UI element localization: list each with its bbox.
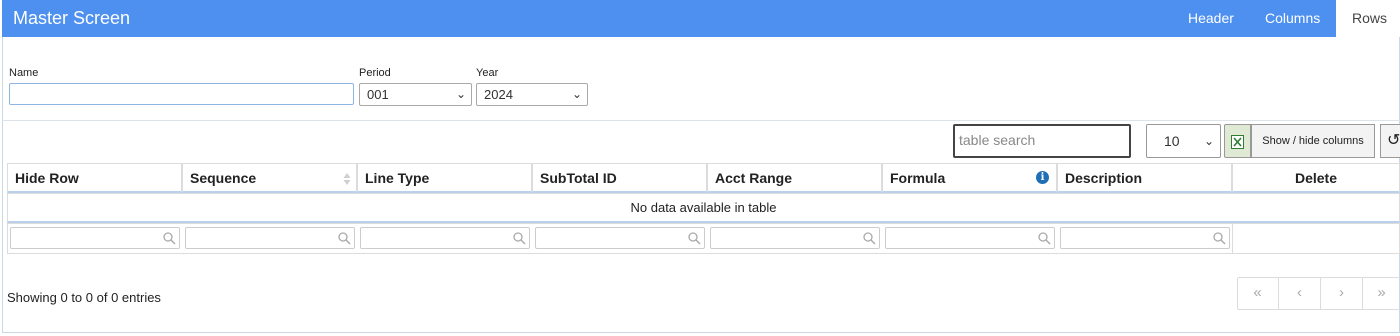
filter-input-subtotal-id[interactable]: [535, 227, 705, 249]
tab-columns[interactable]: Columns: [1265, 0, 1320, 37]
show-hide-columns-button[interactable]: Show / hide columns: [1251, 124, 1375, 158]
chevron-down-icon: ⌄: [571, 87, 582, 101]
filter-input-line-type[interactable]: [360, 227, 530, 249]
entries-info: Showing 0 to 0 of 0 entries: [7, 290, 161, 305]
filter-cell: [708, 226, 881, 250]
app-title: Master Screen: [13, 8, 131, 28]
search-icon: [1213, 232, 1226, 245]
filter-cell: [883, 226, 1056, 250]
excel-export-button[interactable]: [1224, 124, 1251, 158]
col-formula[interactable]: Formula i: [882, 163, 1057, 193]
search-icon: [688, 232, 701, 245]
info-icon[interactable]: i: [1036, 171, 1049, 184]
filter-input-description[interactable]: [1060, 227, 1230, 249]
page-size-value: 10: [1164, 133, 1180, 149]
period-label: Period: [359, 67, 391, 79]
divider: [2, 120, 1400, 121]
filter-cell: [8, 226, 181, 250]
tab-header[interactable]: Header: [1188, 0, 1234, 37]
search-icon: [1038, 232, 1051, 245]
period-value: 001: [367, 87, 389, 102]
filter-input-sequence[interactable]: [185, 227, 355, 249]
next-page-button[interactable]: ›: [1321, 277, 1363, 310]
first-page-button[interactable]: «: [1237, 277, 1279, 310]
col-hide-row[interactable]: Hide Row: [7, 163, 182, 193]
filter-input-acct-range[interactable]: [710, 227, 880, 249]
filter-input-hide-row[interactable]: [10, 227, 180, 249]
table-search-input[interactable]: table search: [953, 124, 1131, 158]
year-select[interactable]: 2024 ⌄: [476, 83, 588, 106]
filter-input-formula[interactable]: [885, 227, 1055, 249]
tab-rows[interactable]: Rows: [1336, 0, 1400, 37]
col-delete[interactable]: Delete: [1232, 163, 1400, 193]
reset-button[interactable]: ↺: [1380, 124, 1400, 158]
previous-page-button[interactable]: ‹: [1279, 277, 1321, 310]
reset-icon: ↺: [1387, 132, 1400, 149]
col-formula-label: Formula: [890, 170, 946, 186]
search-icon: [163, 232, 176, 245]
col-line-type[interactable]: Line Type: [357, 163, 532, 193]
filter-cell: [1058, 226, 1231, 250]
col-subtotal-id[interactable]: SubTotal ID: [532, 163, 707, 193]
col-description[interactable]: Description: [1057, 163, 1232, 193]
period-select[interactable]: 001 ⌄: [359, 83, 472, 106]
search-icon: [513, 232, 526, 245]
year-value: 2024: [484, 87, 513, 102]
name-label: Name: [9, 67, 39, 79]
search-icon: [338, 232, 351, 245]
col-sequence-label: Sequence: [190, 170, 257, 186]
sort-icon: [343, 173, 351, 185]
filter-cell: [358, 226, 531, 250]
col-acct-range[interactable]: Acct Range: [707, 163, 882, 193]
chevron-down-icon: ⌄: [1203, 134, 1214, 148]
filter-cell: [183, 226, 356, 250]
name-input[interactable]: [9, 83, 354, 105]
search-icon: [863, 232, 876, 245]
empty-table-message: No data available in table: [7, 193, 1400, 223]
chevron-down-icon: ⌄: [455, 87, 466, 101]
year-label: Year: [476, 67, 499, 79]
excel-export-icon: [1231, 135, 1244, 149]
last-page-button[interactable]: »: [1363, 277, 1400, 310]
page-size-select[interactable]: 10 ⌄: [1146, 124, 1221, 158]
filter-cell: [533, 226, 706, 250]
column-divider: [1232, 223, 1233, 254]
col-sequence[interactable]: Sequence: [182, 163, 357, 193]
